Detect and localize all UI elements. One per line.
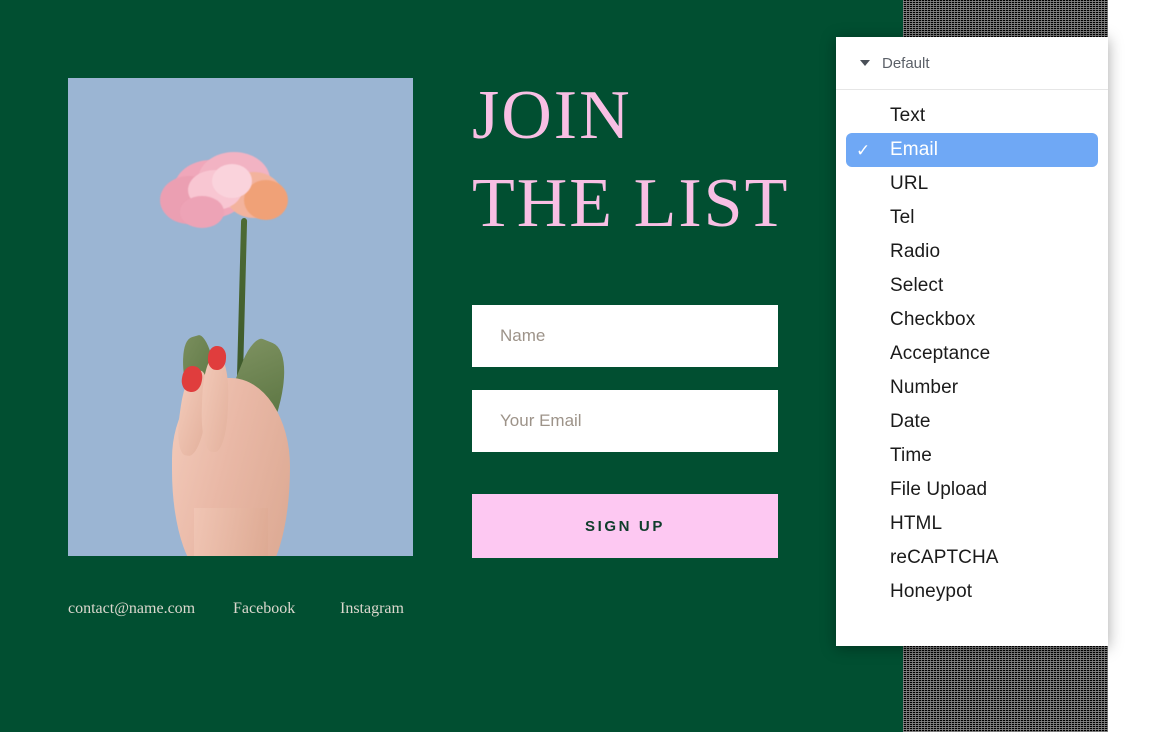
dropdown-option[interactable]: Radio — [846, 235, 1098, 269]
dropdown-option-label: Acceptance — [890, 343, 991, 364]
sign-up-button[interactable]: SIGN UP — [472, 494, 778, 558]
dropdown-option[interactable]: Date — [846, 405, 1098, 439]
dropdown-option-label: Date — [890, 411, 931, 432]
headline-line-1: JOIN — [472, 77, 632, 154]
email-input[interactable] — [472, 390, 778, 452]
dropdown-option-label: Text — [890, 105, 926, 126]
dropdown-option-label: HTML — [890, 513, 943, 534]
dropdown-option-label: Email — [890, 139, 939, 160]
dropdown-option-label: File Upload — [890, 479, 988, 500]
dropdown-option-label: Radio — [890, 241, 941, 262]
footer-link-contact-email[interactable]: contact@name.com — [68, 600, 233, 618]
dropdown-option[interactable]: HTML — [846, 507, 1098, 541]
hero-photo — [68, 78, 413, 556]
dropdown-option[interactable]: Text — [846, 99, 1098, 133]
dropdown-option[interactable]: reCAPTCHA — [846, 541, 1098, 575]
dropdown-header[interactable]: Default — [836, 37, 1108, 90]
dropdown-option-label: Time — [890, 445, 932, 466]
headline-line-2: THE LIST — [472, 165, 790, 242]
footer-link-facebook[interactable]: Facebook — [233, 600, 340, 618]
triangle-down-icon — [860, 60, 870, 66]
name-input[interactable] — [472, 305, 778, 367]
field-type-dropdown: Default Text ✓ Email URL Tel Radio Select Check… — [836, 37, 1108, 646]
footer-link-instagram[interactable]: Instagram — [340, 600, 404, 618]
carnation-bloom — [156, 146, 306, 232]
dropdown-option[interactable]: ✓ Email — [846, 133, 1098, 167]
dropdown-option-label: Honeypot — [890, 581, 973, 602]
dropdown-option[interactable]: URL — [846, 167, 1098, 201]
dropdown-option-label: Checkbox — [890, 309, 976, 330]
dropdown-option-label: Number — [890, 377, 959, 398]
dropdown-option[interactable]: Checkbox — [846, 303, 1098, 337]
signup-panel: JOIN THE LIST SIGN UP contact@name.com F… — [0, 0, 903, 732]
dropdown-option[interactable]: Select — [846, 269, 1098, 303]
dropdown-option[interactable]: Honeypot — [846, 575, 1098, 609]
dropdown-option-label: URL — [890, 173, 929, 194]
dropdown-option[interactable]: Number — [846, 371, 1098, 405]
dropdown-option-list: Text ✓ Email URL Tel Radio Select Checkbox Accep… — [836, 90, 1108, 609]
dropdown-option-label: reCAPTCHA — [890, 547, 999, 568]
dropdown-option[interactable]: Time — [846, 439, 1098, 473]
dropdown-option-label: Select — [890, 275, 944, 296]
signup-content: JOIN THE LIST SIGN UP — [472, 0, 832, 732]
dropdown-option[interactable]: File Upload — [846, 473, 1098, 507]
dropdown-option[interactable]: Acceptance — [846, 337, 1098, 371]
backdrop-white-edge — [1108, 0, 1149, 732]
footer: contact@name.com Facebook Instagram — [68, 600, 588, 618]
page-title: JOIN THE LIST — [472, 72, 832, 248]
check-icon: ✓ — [856, 140, 871, 160]
wrist — [194, 508, 268, 556]
dropdown-option[interactable]: Tel — [846, 201, 1098, 235]
dropdown-option-label: Tel — [890, 207, 915, 228]
dropdown-header-label: Default — [882, 54, 930, 72]
